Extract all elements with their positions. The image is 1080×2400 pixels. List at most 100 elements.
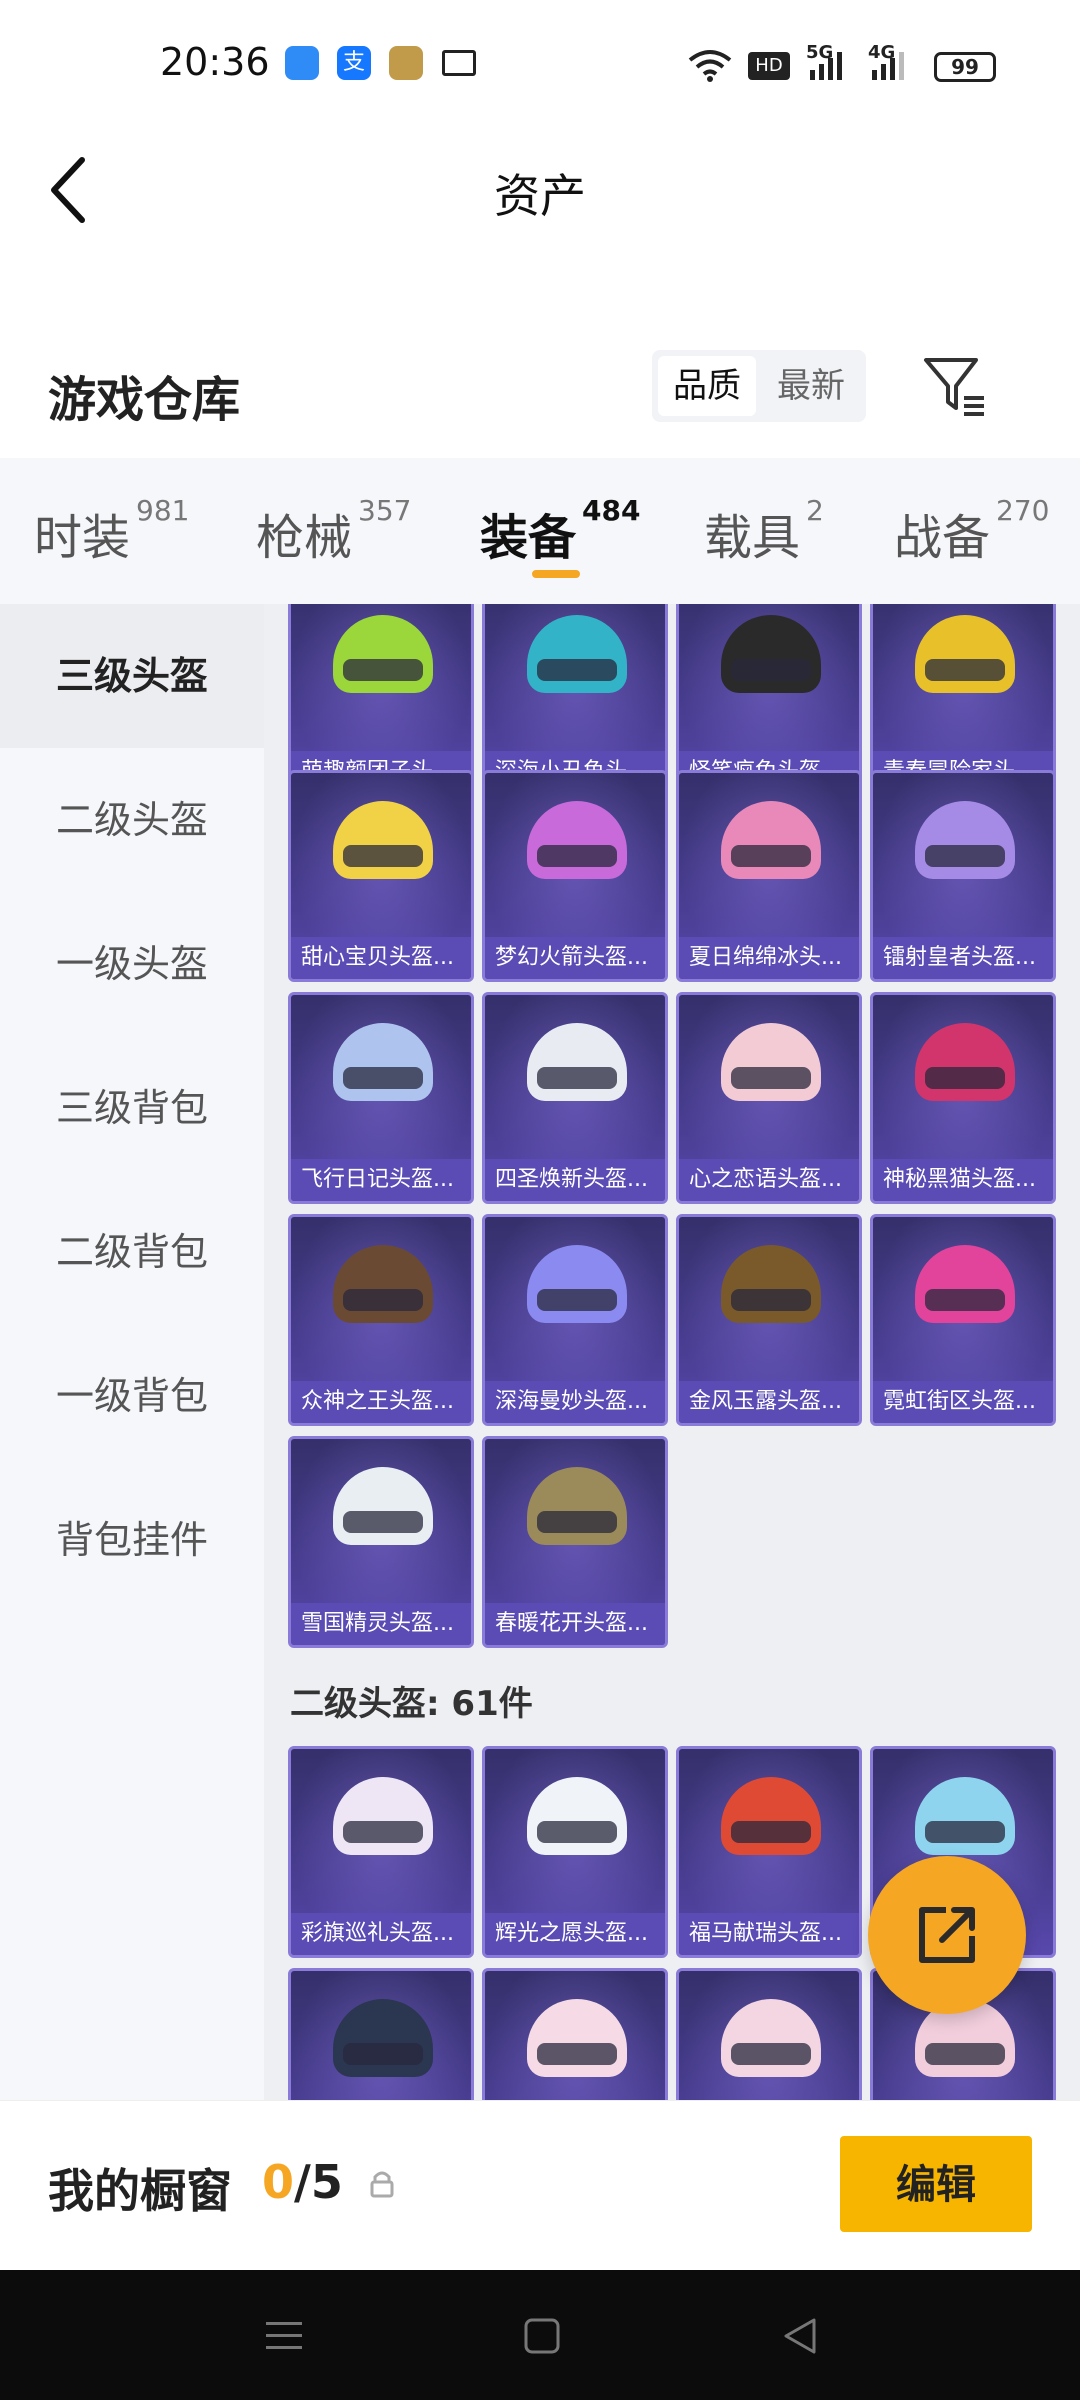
item-card[interactable] [676,1968,862,2100]
sidebar-item-level3-backpack[interactable]: 三级背包 [0,1036,264,1180]
status-time: 20:36 [160,40,270,84]
item-name: 深海曼妙头盔... [485,1381,665,1423]
helmet-visor [731,845,811,867]
item-card[interactable]: 神秘黑猫头盔... [870,992,1056,1204]
tab-vehicles[interactable]: 载具 2 [704,494,824,568]
item-card[interactable]: 众神之王头盔... [288,1214,474,1426]
helmet-visor [925,2043,1005,2065]
item-name: 心之恋语头盔... [679,1159,859,1201]
helmet-visor [731,1821,811,1843]
helmet-visor [343,2043,423,2065]
tab-weapons[interactable]: 枪械 357 [256,494,411,568]
back-icon[interactable] [780,2316,820,2356]
tab-active-indicator [532,570,580,578]
tab-label: 装备 [480,510,577,566]
item-card[interactable]: 心之恋语头盔... [676,992,862,1204]
wifi-icon [688,50,732,82]
system-navbar [0,2270,1080,2400]
sidebar-item-level2-helmet[interactable]: 二级头盔 [0,748,264,892]
item-name: 彩旗巡礼头盔... [291,1913,471,1955]
sort-quality-button[interactable]: 品质 [658,356,756,416]
item-card[interactable]: 深海曼妙头盔... [482,1214,668,1426]
sidebar-item-level1-helmet[interactable]: 一级头盔 [0,892,264,1036]
helmet-visor [925,1289,1005,1311]
app-icon-blue [285,46,319,80]
helmet-visor [731,1289,811,1311]
item-name: 春暖花开头盔... [485,1603,665,1645]
helmet-visor [343,1289,423,1311]
item-name: 霓虹街区头盔... [873,1381,1053,1423]
game-app-icon [389,46,423,80]
tab-label: 载具 [704,510,801,566]
helmet-visor [925,1821,1005,1843]
item-card[interactable]: 彩旗巡礼头盔... [288,1746,474,1958]
share-fab-button[interactable] [868,1856,1026,2014]
helmet-visor [537,2043,617,2065]
item-card[interactable]: 深海小丑鱼头... [482,604,668,796]
item-card[interactable]: 甜心宝贝头盔... [288,770,474,982]
tab-count: 2 [806,494,824,527]
showcase-label: 我的橱窗 [48,2164,232,2218]
item-name: 金风玉露头盔... [679,1381,859,1423]
category-tabs: 时装 981 枪械 357 装备 484 载具 2 战备 270 [0,458,1080,604]
home-icon[interactable] [522,2316,562,2356]
tab-supplies[interactable]: 战备 270 [894,494,1049,568]
helmet-visor [731,1067,811,1089]
helmet-visor [537,1289,617,1311]
item-card[interactable]: 怪笑疯兔头盔... [676,604,862,796]
item-card[interactable]: 夏日绵绵冰头... [676,770,862,982]
item-name: 四圣焕新头盔... [485,1159,665,1201]
item-card[interactable]: 镭射皇者头盔... [870,770,1056,982]
sort-latest-button[interactable]: 最新 [762,356,860,416]
showcase-total: /5 [294,2155,343,2209]
tab-equipment[interactable]: 装备 484 [480,494,640,568]
status-bar: 20:36 支 HD 5G 4G 99 [0,0,1080,130]
sort-toggle: 品质 最新 [652,350,866,422]
helmet-visor [925,845,1005,867]
share-external-icon [919,1907,975,1963]
item-card[interactable]: 辉光之愿头盔... [482,1746,668,1958]
sidebar-item-level2-backpack[interactable]: 二级背包 [0,1180,264,1324]
helmet-visor [731,2043,811,2065]
showcase-current: 0 [262,2155,295,2209]
sidebar-item-level1-backpack[interactable]: 一级背包 [0,1324,264,1468]
helmet-visor [925,1067,1005,1089]
item-name: 福马献瑞头盔... [679,1913,859,1955]
menu-icon[interactable] [264,2316,304,2356]
item-name: 神秘黑猫头盔... [873,1159,1053,1201]
filter-icon[interactable] [920,350,990,420]
sidebar: 三级头盔 二级头盔 一级头盔 三级背包 二级背包 一级背包 背包挂件 [0,604,264,2100]
helmet-visor [537,659,617,681]
sidebar-item-backpack-pendant[interactable]: 背包挂件 [0,1468,264,1612]
item-card[interactable] [288,1968,474,2100]
edit-button[interactable]: 编辑 [840,2136,1032,2232]
item-card[interactable]: 青春冒险家头... [870,604,1056,796]
item-name: 辉光之愿头盔... [485,1913,665,1955]
sidebar-item-level3-helmet[interactable]: 三级头盔 [0,604,264,748]
item-card[interactable]: 雪国精灵头盔... [288,1436,474,1648]
item-card[interactable]: 四圣焕新头盔... [482,992,668,1204]
tab-label: 战备 [894,510,991,566]
item-card[interactable]: 梦幻火箭头盔... [482,770,668,982]
helmet-visor [537,845,617,867]
item-card[interactable]: 福马献瑞头盔... [676,1746,862,1958]
item-card[interactable]: 飞行日记头盔... [288,992,474,1204]
helmet-visor [925,659,1005,681]
item-name: 众神之王头盔... [291,1381,471,1423]
hd-icon: HD [748,52,790,80]
group-title-level2: 二级头盔: 61件 [290,1684,533,1724]
item-name: 雪国精灵头盔... [291,1603,471,1645]
alipay-icon: 支 [337,46,371,80]
tab-fashion[interactable]: 时装 981 [34,494,189,568]
tab-label: 时装 [34,510,131,566]
item-name: 梦幻火箭头盔... [485,937,665,979]
item-card[interactable] [482,1968,668,2100]
page-title: 资产 [494,169,586,223]
item-card[interactable]: 金风玉露头盔... [676,1214,862,1426]
item-card[interactable]: 萌趣颜团子头... [288,604,474,796]
item-card[interactable]: 霓虹街区头盔... [870,1214,1056,1426]
helmet-visor [537,1511,617,1533]
item-card[interactable]: 春暖花开头盔... [482,1436,668,1648]
lock-icon [370,2171,394,2198]
battery-icon: 99 [934,52,996,82]
